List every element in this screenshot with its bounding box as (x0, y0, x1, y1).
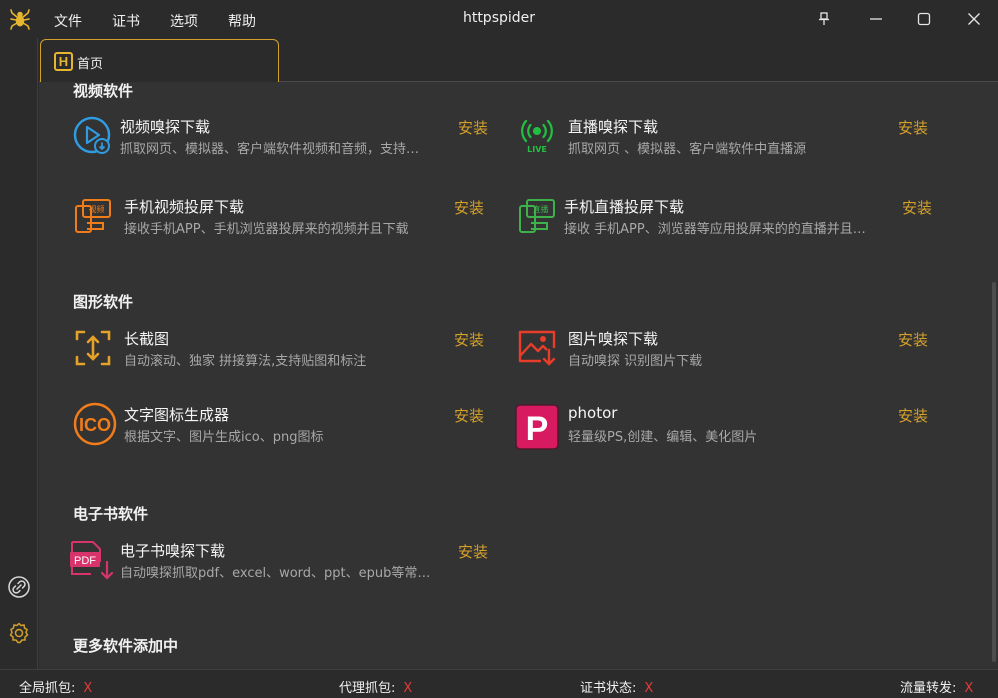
menu-help[interactable]: 帮助 (228, 11, 256, 31)
home-content[interactable]: 视频软件 视频嗅探下载 抓取网页、模拟器、客户端软件视频和音频，支持… 安装 L… (39, 82, 998, 669)
item-name: 手机视频投屏下载 (124, 198, 245, 216)
install-button[interactable]: 安装 (454, 197, 484, 218)
vertical-scrollbar[interactable] (992, 282, 996, 662)
item-name: 文字图标生成器 (124, 406, 230, 424)
item-desc: 自动滚动、独家 拼接算法,支持贴图和标注 (124, 354, 367, 369)
software-item-video-sniff[interactable]: 视频嗅探下载 抓取网页、模拟器、客户端软件视频和音频，支持… 安装 (73, 116, 493, 162)
phone-live-icon: 直播 (519, 199, 555, 233)
section-title-graphics: 图形软件 (73, 293, 134, 311)
maximize-icon (917, 12, 931, 26)
item-name: 电子书嗅探下载 (120, 542, 226, 560)
video-download-icon (73, 116, 111, 154)
ico-icon: ICO (73, 402, 117, 446)
item-desc: 轻量级PS,创建、编辑、美化图片 (568, 430, 758, 445)
tab-label: 首页 (77, 57, 104, 72)
menu-file[interactable]: 文件 (54, 11, 82, 31)
software-item-photor[interactable]: P photor 轻量级PS,创建、编辑、美化图片 安装 (515, 404, 935, 450)
software-item-live-sniff[interactable]: LIVE 直播嗅探下载 抓取网页 、模拟器、客户端软件中直播源 安装 (517, 116, 937, 162)
item-name: 图片嗅探下载 (568, 330, 659, 348)
live-badge-text: LIVE (527, 145, 547, 154)
software-item-long-screenshot[interactable]: 长截图 自动滚动、独家 拼接算法,支持贴图和标注 安装 (73, 328, 493, 374)
status-label: 证书状态: (580, 681, 637, 696)
status-off-value[interactable]: X (964, 681, 973, 696)
section-title-video: 视频软件 (73, 82, 134, 100)
minimize-icon (870, 18, 882, 20)
section-title-more: 更多软件添加中 (73, 637, 179, 655)
maximize-button[interactable] (911, 6, 937, 32)
install-button[interactable]: 安装 (458, 541, 488, 562)
app-logo-icon: H (54, 52, 73, 71)
status-label: 流量转发: (900, 681, 957, 696)
section-title-ebook: 电子书软件 (73, 505, 149, 523)
menu-options[interactable]: 选项 (170, 11, 198, 31)
install-button[interactable]: 安装 (454, 405, 484, 426)
item-name: 直播嗅探下载 (568, 118, 659, 136)
photor-badge-text: P (526, 410, 549, 448)
software-item-ebook-sniff[interactable]: PDF 电子书嗅探下载 自动嗅探抓取pdf、excel、word、ppt、epu… (69, 540, 493, 586)
software-item-phone-live-cast[interactable]: 直播 手机直播投屏下载 接收 手机APP、浏览器等应用投屏来的的直播并且… 安装 (517, 196, 937, 242)
software-item-ico-generator[interactable]: ICO 文字图标生成器 根据文字、图片生成ico、png图标 安装 (73, 402, 493, 450)
pin-icon (819, 12, 829, 25)
install-button[interactable]: 安装 (898, 117, 928, 138)
status-global-capture: 全局抓包: X (19, 677, 92, 696)
live-icon: LIVE (521, 119, 553, 154)
status-traffic-forward: 流量转发: X (900, 677, 973, 696)
item-name: photor (568, 404, 618, 422)
item-name: 手机直播投屏下载 (564, 198, 685, 216)
close-button[interactable] (961, 6, 987, 32)
item-desc: 抓取网页、模拟器、客户端软件视频和音频，支持… (120, 142, 420, 157)
software-item-phone-video-cast[interactable]: 视频 手机视频投屏下载 接收手机APP、手机浏览器投屏来的视频并且下载 安装 (73, 196, 493, 242)
pin-button[interactable] (811, 6, 837, 32)
link-icon[interactable] (7, 575, 31, 599)
install-button[interactable]: 安装 (898, 405, 928, 426)
item-desc: 自动嗅探 识别图片下载 (568, 354, 703, 369)
item-name: 视频嗅探下载 (120, 118, 211, 136)
ico-badge-text: ICO (79, 415, 111, 435)
pdf-download-icon: PDF (70, 541, 114, 580)
status-label: 全局抓包: (19, 681, 76, 696)
title-bar: 文件 证书 选项 帮助 httpspider (0, 0, 998, 38)
settings-gear-icon[interactable] (7, 621, 31, 645)
install-button[interactable]: 安装 (454, 329, 484, 350)
live-cn-badge-text: 直播 (533, 204, 549, 214)
item-name: 长截图 (124, 330, 170, 348)
status-proxy-capture: 代理抓包: X (339, 677, 412, 696)
status-label: 代理抓包: (339, 681, 396, 696)
install-button[interactable]: 安装 (458, 117, 488, 138)
item-desc: 自动嗅探抓取pdf、excel、word、ppt、epub等常… (120, 566, 431, 581)
item-desc: 根据文字、图片生成ico、png图标 (124, 430, 324, 445)
software-item-image-sniff[interactable]: 图片嗅探下载 自动嗅探 识别图片下载 安装 (517, 328, 937, 374)
close-icon (968, 13, 980, 25)
menu-certificate[interactable]: 证书 (112, 11, 140, 31)
status-certificate: 证书状态: X (580, 677, 653, 696)
minimize-button[interactable] (863, 6, 889, 32)
item-desc: 接收 手机APP、浏览器等应用投屏来的的直播并且… (564, 222, 866, 237)
tab-strip: H 首页 (39, 38, 998, 82)
install-button[interactable]: 安装 (898, 329, 928, 350)
status-off-value[interactable]: X (644, 681, 653, 696)
tab-home[interactable]: H 首页 (40, 39, 279, 82)
status-off-value[interactable]: X (83, 681, 92, 696)
photor-icon: P (515, 404, 559, 450)
long-screenshot-icon (75, 330, 111, 366)
window-title: httpspider (462, 10, 536, 26)
video-badge-text: 视频 (89, 204, 105, 214)
status-off-value[interactable]: X (403, 681, 412, 696)
left-rail (0, 38, 38, 669)
item-desc: 接收手机APP、手机浏览器投屏来的视频并且下载 (124, 222, 409, 237)
spider-icon (10, 9, 30, 30)
pdf-badge-text: PDF (74, 555, 96, 567)
install-button[interactable]: 安装 (902, 197, 932, 218)
image-download-icon (518, 330, 556, 366)
item-desc: 抓取网页 、模拟器、客户端软件中直播源 (568, 142, 807, 157)
phone-video-icon: 视频 (75, 199, 111, 233)
status-bar: 全局抓包: X 代理抓包: X 证书状态: X 流量转发: X (0, 669, 998, 698)
